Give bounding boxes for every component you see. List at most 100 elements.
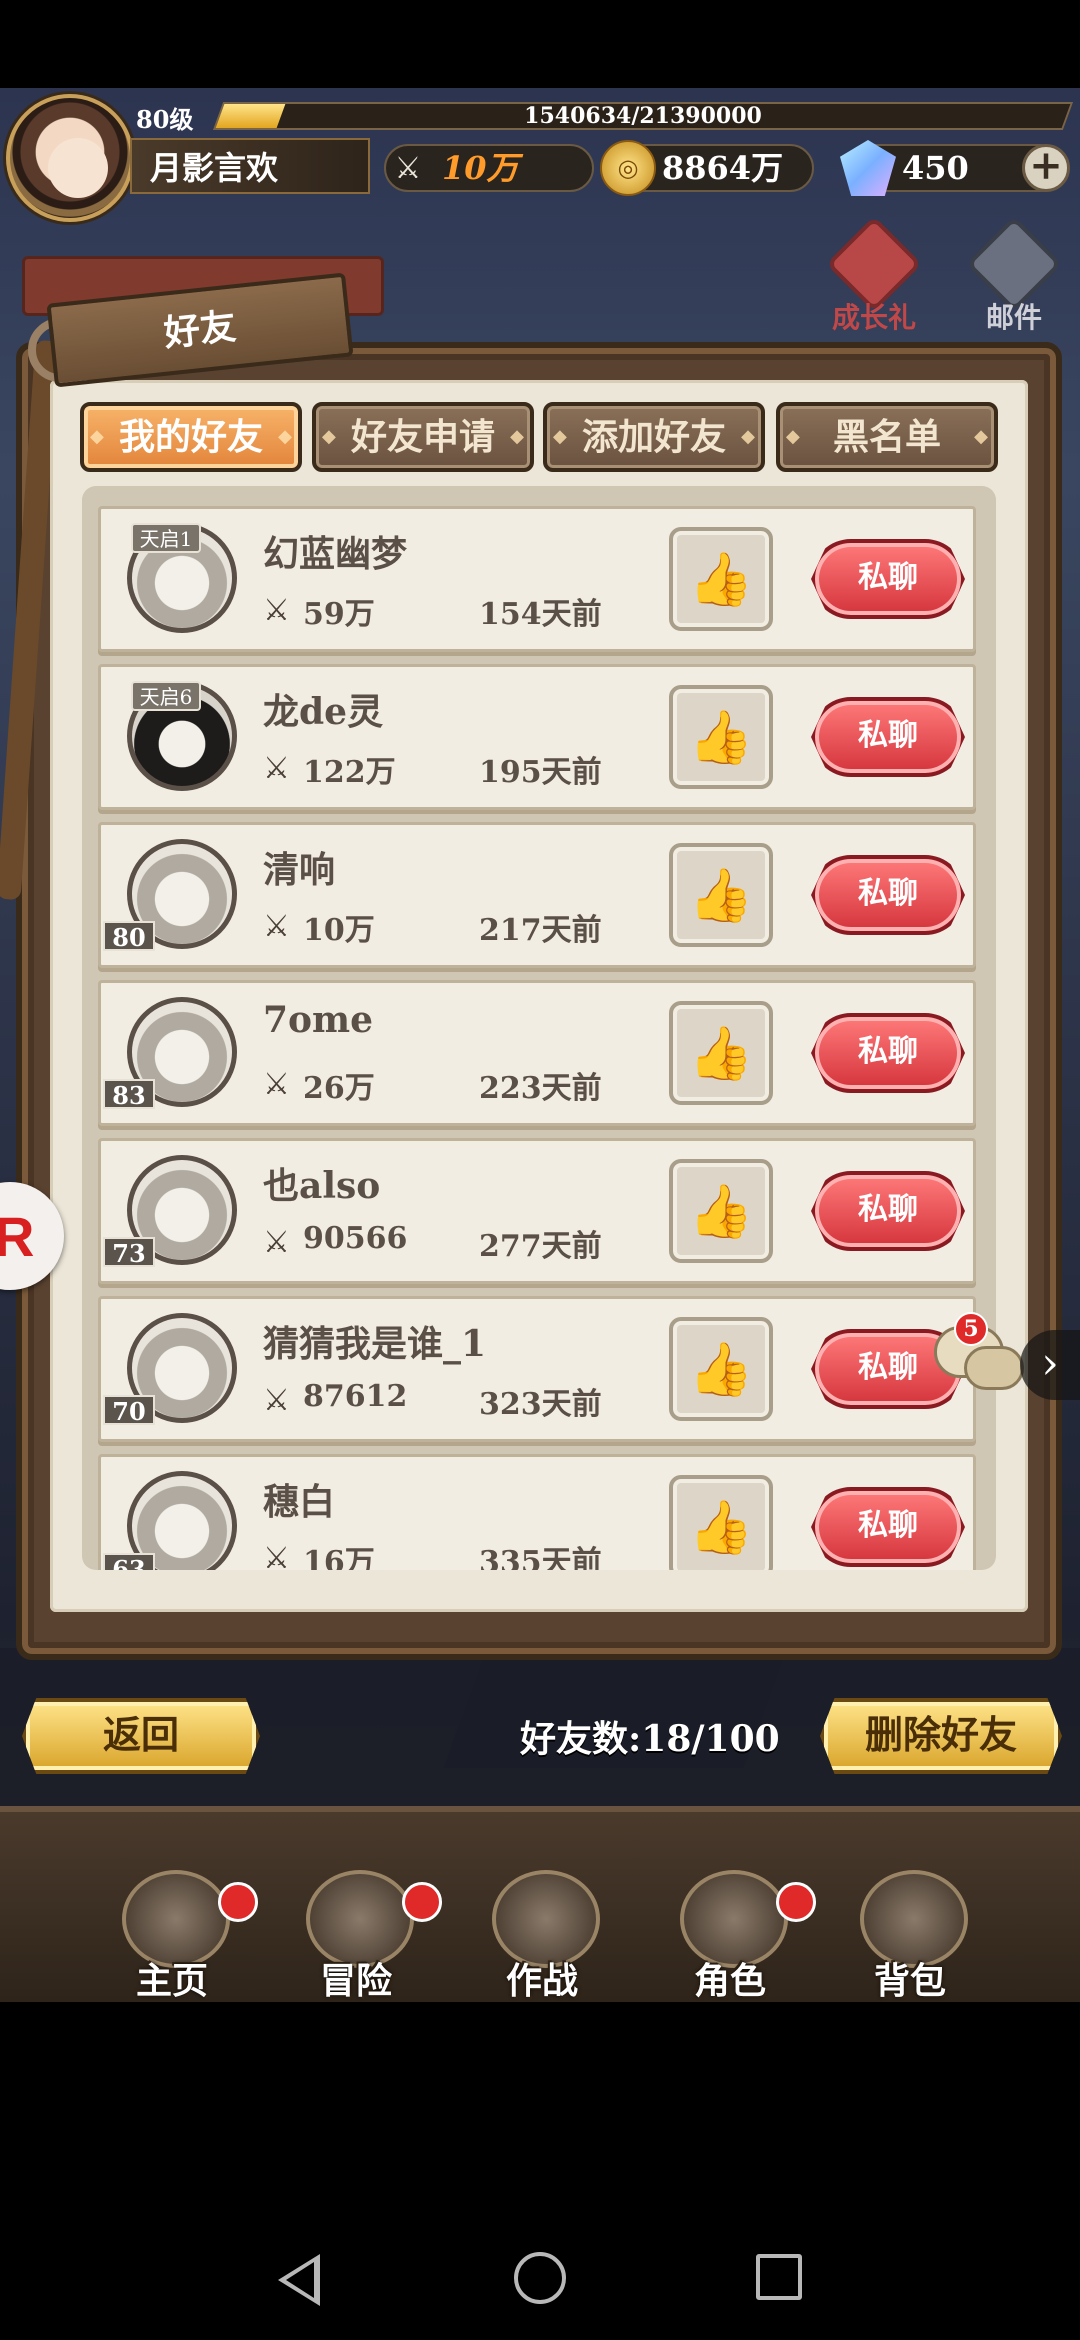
swords-icon: ⚔ (263, 909, 290, 944)
nav-home[interactable]: 主页 (102, 1850, 258, 2002)
power-value: 10万 (442, 149, 519, 187)
player-avatar[interactable] (6, 94, 134, 222)
friend-power: 59万 (303, 597, 375, 632)
friend-level: 73 (103, 1237, 155, 1268)
friend-count: 好友数:18/100 (520, 1718, 780, 1760)
notification-dot (402, 1882, 442, 1922)
like-button[interactable]: 👍 (669, 1159, 773, 1263)
gem-icon (840, 140, 896, 196)
thumbs-up-icon: 👍 (688, 549, 754, 610)
nav-character[interactable]: 角色 (660, 1850, 816, 2002)
player-name: 月影言欢 (130, 138, 370, 194)
thumbs-up-icon: 👍 (688, 1181, 754, 1242)
home-icon[interactable] (514, 2252, 566, 2304)
growth-gift-button[interactable]: 成长礼包 (825, 215, 923, 374)
exp-text: 1540634/21390000 (524, 103, 762, 129)
private-chat-button[interactable]: 私聊 (811, 697, 965, 777)
friend-list[interactable]: 天启1 幻蓝幽梦 ⚔ 59万 154天前 👍 私聊 天启6 龙de灵 ⚔ 122… (82, 486, 996, 1570)
avatar-face (48, 138, 108, 198)
private-chat-button[interactable]: 私聊 (811, 1171, 965, 1251)
like-button[interactable]: 👍 (669, 1475, 773, 1570)
nav-label: 背包 (873, 1960, 946, 2002)
swords-icon: ⚔ (263, 1067, 290, 1102)
friend-level: 80 (103, 921, 155, 952)
recent-apps-icon[interactable] (756, 2254, 802, 2300)
friend-row: 80 清响 ⚔ 10万 217天前 👍 私聊 (98, 822, 976, 968)
add-gems-button[interactable]: + (1022, 144, 1070, 192)
friend-row: 天启6 龙de灵 ⚔ 122万 195天前 👍 私聊 (98, 664, 976, 810)
mail-button[interactable]: 邮件 (965, 215, 1063, 334)
like-button[interactable]: 👍 (669, 1001, 773, 1105)
private-chat-button[interactable]: 私聊 (811, 855, 965, 935)
rank-badge: 天启6 (131, 681, 201, 711)
last-online: 154天前 (479, 597, 602, 632)
like-button[interactable]: 👍 (669, 685, 773, 789)
last-online: 277天前 (479, 1229, 602, 1264)
friend-row: 63 穗白 ⚔ 16万 335天前 👍 私聊 (98, 1454, 976, 1570)
gold-value: 8864万 (662, 149, 784, 187)
friend-level: 83 (103, 1079, 155, 1110)
friend-power: 90566 (303, 1221, 408, 1256)
nav-adventure[interactable]: 冒险 (286, 1850, 442, 2002)
notification-dot (218, 1882, 258, 1922)
friend-name: 清响 (263, 849, 336, 891)
swords-icon: ⚔ (263, 751, 290, 786)
chat-bubble-icon (964, 1346, 1024, 1390)
friend-row: 73 也also ⚔ 90566 277天前 👍 私聊 (98, 1138, 976, 1284)
rank-badge: 天启1 (131, 523, 201, 553)
nav-bag[interactable]: 背包 (840, 1850, 980, 2002)
chat-bubble-button[interactable]: 5 (934, 1312, 1030, 1396)
friend-power: 10万 (303, 913, 375, 948)
tab-blacklist[interactable]: 黑名单 (776, 402, 998, 472)
friend-name: 也also (263, 1165, 381, 1207)
like-button[interactable]: 👍 (669, 527, 773, 631)
last-online: 195天前 (479, 755, 602, 790)
assistant-logo-icon: R (0, 1205, 35, 1268)
private-chat-button[interactable]: 私聊 (811, 539, 965, 619)
player-hud: 80级 1540634/21390000 月影言欢 ⚔ 10万 ◎ 8864万 … (0, 88, 1080, 228)
unread-chat-count: 5 (954, 1312, 988, 1346)
power-display: ⚔ 10万 (384, 144, 594, 192)
tab-add-friend[interactable]: 添加好友 (543, 402, 765, 472)
back-button[interactable]: 返回 (22, 1698, 260, 1774)
private-chat-button[interactable]: 私聊 (811, 1487, 965, 1567)
friend-power: 16万 (303, 1545, 375, 1570)
friend-power: 122万 (303, 755, 396, 790)
last-online: 323天前 (479, 1387, 602, 1422)
like-button[interactable]: 👍 (669, 843, 773, 947)
nav-battle[interactable]: 作战 (472, 1850, 612, 2002)
tab-friend-requests[interactable]: 好友申请 (312, 402, 534, 472)
tab-my-friends[interactable]: 我的好友 (80, 402, 302, 472)
player-level: 80级 (136, 105, 194, 134)
last-online: 223天前 (479, 1071, 602, 1106)
private-chat-button[interactable]: 私聊 (811, 1013, 965, 1093)
last-online: 335天前 (479, 1545, 602, 1570)
mail-label: 邮件 (985, 301, 1042, 334)
friend-name: 7ome (263, 999, 374, 1041)
friend-row: 83 7ome ⚔ 26万 223天前 👍 私聊 (98, 980, 976, 1126)
swords-icon: ⚔ (263, 1225, 290, 1260)
nav-label: 作战 (505, 1960, 578, 2002)
friend-name: 龙de灵 (263, 691, 384, 733)
notification-dot (776, 1882, 816, 1922)
nav-label: 主页 (135, 1960, 208, 2002)
like-button[interactable]: 👍 (669, 1317, 773, 1421)
friend-level: 63 (103, 1553, 155, 1570)
swords-icon: ⚔ (263, 593, 290, 628)
thumbs-up-icon: 👍 (688, 1497, 754, 1558)
gem-value: 450 (902, 149, 969, 187)
friend-row: 天启1 幻蓝幽梦 ⚔ 59万 154天前 👍 私聊 (98, 506, 976, 652)
swords-icon: ⚔ (263, 1383, 290, 1418)
friend-name: 猜猜我是谁_1 (263, 1323, 487, 1365)
delete-friend-button[interactable]: 删除好友 (820, 1698, 1062, 1774)
back-icon-inner (286, 2262, 314, 2298)
thumbs-up-icon: 👍 (688, 707, 754, 768)
gold-display: ◎ 8864万 (600, 140, 814, 196)
friend-power: 87612 (303, 1379, 408, 1414)
swords-icon: ⚔ (394, 150, 422, 186)
status-bar-area (0, 0, 1080, 88)
friend-name: 穗白 (263, 1481, 336, 1523)
thumbs-up-icon: 👍 (688, 865, 754, 926)
nav-label: 冒险 (319, 1960, 392, 2002)
gold-coin-icon: ◎ (600, 140, 656, 196)
